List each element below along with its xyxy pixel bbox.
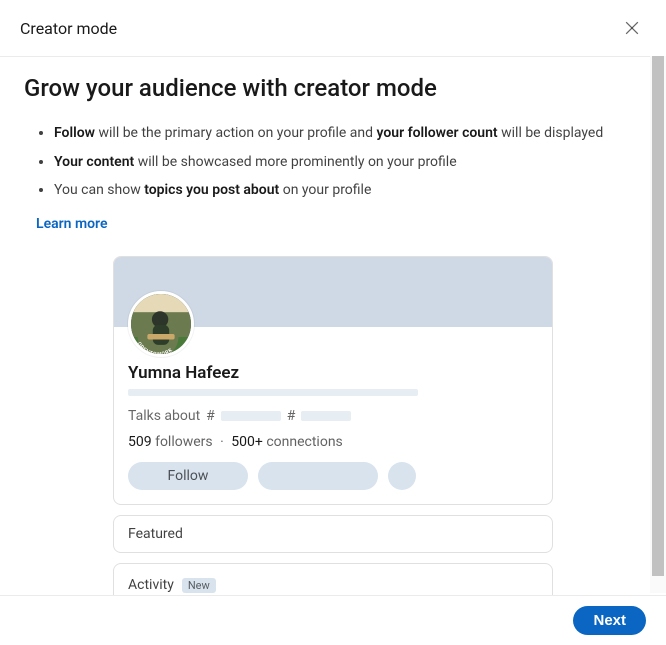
text: will be displayed bbox=[498, 125, 604, 141]
profile-card: OPENTOWORK Yumna Hafeez Talks about # bbox=[113, 256, 553, 505]
profile-preview: OPENTOWORK Yumna Hafeez Talks about # bbox=[24, 256, 642, 595]
hashtag-placeholder bbox=[301, 411, 351, 421]
page-heading: Grow your audience with creator mode bbox=[24, 73, 642, 104]
hashtag-symbol: # bbox=[206, 408, 215, 424]
learn-more-link[interactable]: Learn more bbox=[36, 216, 107, 232]
modal-body: Grow your audience with creator mode Fol… bbox=[0, 57, 666, 595]
modal-header: Creator mode bbox=[0, 0, 666, 57]
bold-text: your follower count bbox=[376, 125, 497, 141]
close-icon bbox=[622, 18, 642, 38]
featured-card: Featured bbox=[113, 515, 553, 553]
feature-item: Your content will be showcased more prom… bbox=[54, 151, 642, 173]
profile-name: Yumna Hafeez bbox=[128, 363, 538, 383]
next-button[interactable]: Next bbox=[573, 606, 646, 635]
follower-stats: 509 followers · 500+ connections bbox=[128, 434, 538, 450]
avatar-image bbox=[131, 294, 191, 354]
connections-label: connections bbox=[263, 434, 343, 450]
headline-placeholder bbox=[128, 389, 418, 396]
featured-label: Featured bbox=[128, 526, 538, 542]
modal-footer: Next bbox=[0, 595, 666, 645]
followers-label: followers bbox=[152, 434, 213, 450]
bold-text: Follow bbox=[54, 125, 95, 141]
talks-about-label: Talks about bbox=[128, 408, 200, 424]
followers-count: 509 bbox=[128, 434, 152, 450]
activity-label: Activity bbox=[128, 577, 174, 593]
text: You can show bbox=[54, 182, 144, 198]
follow-button: Follow bbox=[128, 462, 248, 490]
hashtag-symbol: # bbox=[287, 408, 296, 424]
feature-list: Follow will be the primary action on you… bbox=[24, 122, 642, 201]
new-badge: New bbox=[182, 578, 216, 593]
feature-item: Follow will be the primary action on you… bbox=[54, 122, 642, 144]
connections-count: 500+ bbox=[231, 434, 263, 450]
action-buttons: Follow bbox=[128, 462, 538, 490]
avatar: OPENTOWORK bbox=[128, 291, 194, 357]
bold-text: topics you post about bbox=[144, 182, 279, 198]
text: will be the primary action on your profi… bbox=[95, 125, 376, 141]
talks-about-row: Talks about # # bbox=[128, 408, 538, 424]
activity-card: Activity New bbox=[113, 563, 553, 595]
hashtag-placeholder bbox=[221, 411, 281, 421]
cover-image: OPENTOWORK bbox=[114, 257, 552, 327]
text: will be showcased more prominently on yo… bbox=[134, 154, 456, 170]
more-button-placeholder bbox=[388, 462, 416, 490]
action-pill-placeholder bbox=[258, 462, 378, 490]
modal-title: Creator mode bbox=[20, 19, 117, 38]
scrollbar-thumb[interactable] bbox=[652, 56, 664, 576]
text: on your profile bbox=[279, 182, 371, 198]
feature-item: You can show topics you post about on yo… bbox=[54, 179, 642, 201]
separator: · bbox=[220, 434, 224, 450]
close-button[interactable] bbox=[618, 14, 646, 42]
creator-mode-modal: Creator mode Grow your audience with cre… bbox=[0, 0, 666, 645]
bold-text: Your content bbox=[54, 154, 134, 170]
